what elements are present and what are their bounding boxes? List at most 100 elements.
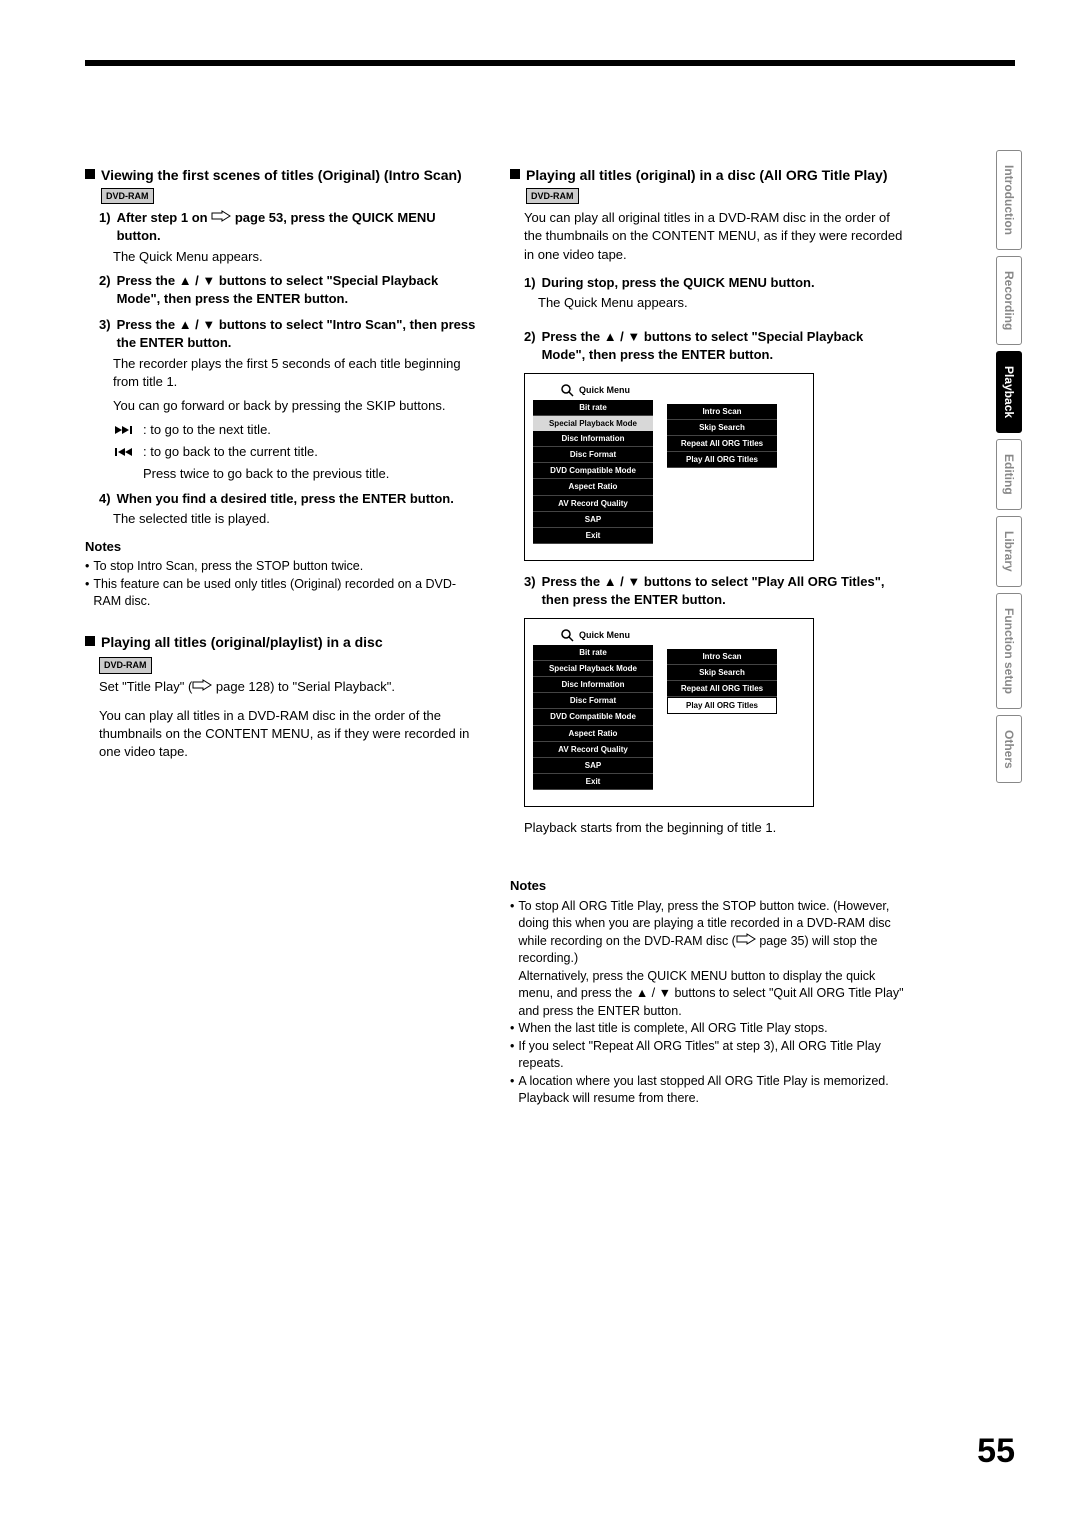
step-3: 3) Press the ▲ / ▼ buttons to select "Pl… xyxy=(524,573,905,609)
playall-set-post: page 128) to "Serial Playback". xyxy=(212,679,395,694)
menu-item[interactable]: Bit rate xyxy=(533,400,653,416)
skip-next-text: : to go to the next title. xyxy=(143,421,271,439)
menu-item[interactable]: Disc Information xyxy=(533,677,653,693)
section-title: Playing all titles (original) in a disc … xyxy=(526,166,905,205)
step-number: 3) xyxy=(524,573,536,609)
skip-prev-text2: Press twice to go back to the previous t… xyxy=(143,465,480,483)
step1-followup: The Quick Menu appears. xyxy=(538,294,905,312)
allorg-intro: You can play all original titles in a DV… xyxy=(524,209,905,264)
menu-item[interactable]: Play All ORG Titles xyxy=(667,452,777,468)
tab-recording[interactable]: Recording xyxy=(996,256,1022,345)
step-text: Press the ▲ / ▼ buttons to select "Intro… xyxy=(117,316,480,352)
menu-item[interactable]: AV Record Quality xyxy=(533,496,653,512)
right-column: Playing all titles (original) in a disc … xyxy=(510,166,905,1108)
menu-right-col: Intro Scan Skip Search Repeat All ORG Ti… xyxy=(667,649,777,715)
side-tabs: Introduction Recording Playback Editing … xyxy=(996,150,1022,783)
note-item: •A location where you last stopped All O… xyxy=(510,1073,905,1108)
bullet-icon: • xyxy=(510,1038,514,1073)
tab-playback[interactable]: Playback xyxy=(996,351,1022,433)
menu-item[interactable]: DVD Compatible Mode xyxy=(533,709,653,725)
playall-set-pre: Set "Title Play" ( xyxy=(99,679,192,694)
menu-item[interactable]: Intro Scan xyxy=(667,404,777,420)
magnifier-icon xyxy=(561,629,575,643)
step-text: Press the ▲ / ▼ buttons to select "Play … xyxy=(542,573,905,609)
bullet-icon: • xyxy=(510,1020,514,1038)
step3-followup1: The recorder plays the first 5 seconds o… xyxy=(113,355,480,391)
section-intro-scan: Viewing the first scenes of titles (Orig… xyxy=(85,166,480,205)
note-item: •To stop Intro Scan, press the STOP butt… xyxy=(85,558,480,576)
menu-item[interactable]: DVD Compatible Mode xyxy=(533,463,653,479)
section-title: Playing all titles (original/playlist) i… xyxy=(101,633,480,653)
tab-others[interactable]: Others xyxy=(996,715,1022,784)
menu-item[interactable]: Repeat All ORG Titles xyxy=(667,436,777,452)
page-arrow-icon xyxy=(211,210,231,222)
section-title-text: Playing all titles (original) in a disc … xyxy=(526,167,887,183)
step-number: 2) xyxy=(524,328,536,364)
menu-item[interactable]: Disc Information xyxy=(533,431,653,447)
menu-item[interactable]: Intro Scan xyxy=(667,649,777,665)
dvd-ram-badge: DVD-RAM xyxy=(101,188,154,205)
step1-followup: The Quick Menu appears. xyxy=(113,248,480,266)
skip-next-icon xyxy=(113,421,135,439)
menu-item[interactable]: Bit rate xyxy=(533,645,653,661)
tab-library[interactable]: Library xyxy=(996,516,1022,587)
step-text: Press the ▲ / ▼ buttons to select "Speci… xyxy=(542,328,905,364)
bullet-square-icon xyxy=(85,169,95,179)
step-3: 3) Press the ▲ / ▼ buttons to select "In… xyxy=(99,316,480,352)
menu-item[interactable]: AV Record Quality xyxy=(533,742,653,758)
magnifier-icon xyxy=(561,384,575,398)
bullet-icon: • xyxy=(85,558,89,576)
menu-title-text: Quick Menu xyxy=(579,384,630,397)
left-column: Viewing the first scenes of titles (Orig… xyxy=(85,166,480,1108)
menu-item[interactable]: Aspect Ratio xyxy=(533,726,653,742)
note-text: If you select "Repeat All ORG Titles" at… xyxy=(518,1038,905,1073)
menu-item[interactable]: Disc Format xyxy=(533,693,653,709)
step1-pre: After step 1 on xyxy=(117,210,208,225)
menu-item-selected[interactable]: Special Playback Mode xyxy=(533,416,653,431)
bullet-square-icon xyxy=(510,169,520,179)
step-2: 2) Press the ▲ / ▼ buttons to select "Sp… xyxy=(99,272,480,308)
section-play-all: Playing all titles (original/playlist) i… xyxy=(85,633,480,653)
step-text: Press the ▲ / ▼ buttons to select "Speci… xyxy=(117,272,480,308)
section-title: Viewing the first scenes of titles (Orig… xyxy=(101,166,480,205)
step-text: During stop, press the QUICK MENU button… xyxy=(542,274,905,292)
bullet-icon: • xyxy=(510,1073,514,1108)
menu-item[interactable]: Exit xyxy=(533,528,653,544)
menu-title: Quick Menu xyxy=(533,384,653,398)
step-1: 1) During stop, press the QUICK MENU but… xyxy=(524,274,905,292)
page-arrow-icon xyxy=(192,679,212,691)
content-columns: Viewing the first scenes of titles (Orig… xyxy=(85,166,1015,1108)
menu-title: Quick Menu xyxy=(533,629,653,643)
notes-heading: Notes xyxy=(510,877,905,895)
menu-title-text: Quick Menu xyxy=(579,629,630,642)
note-text: This feature can be used only titles (Or… xyxy=(93,576,480,611)
note-text: A location where you last stopped All OR… xyxy=(518,1073,905,1108)
note-text: When the last title is complete, All ORG… xyxy=(518,1020,827,1038)
step-number: 2) xyxy=(99,272,111,308)
tab-editing[interactable]: Editing xyxy=(996,439,1022,510)
skip-prev-row: : to go back to the current title. xyxy=(113,443,480,461)
tab-introduction[interactable]: Introduction xyxy=(996,150,1022,250)
menu-item[interactable]: Exit xyxy=(533,774,653,790)
step-number: 1) xyxy=(99,209,111,245)
step-4: 4) When you find a desired title, press … xyxy=(99,490,480,508)
menu-item-selected[interactable]: Play All ORG Titles xyxy=(667,697,777,714)
section-all-org: Playing all titles (original) in a disc … xyxy=(510,166,905,205)
skip-prev-text: : to go back to the current title. xyxy=(143,443,318,461)
skip-next-row: : to go to the next title. xyxy=(113,421,480,439)
tab-function-setup[interactable]: Function setup xyxy=(996,593,1022,709)
page-divider xyxy=(85,60,1015,66)
menu-item[interactable]: Skip Search xyxy=(667,665,777,681)
menu-item[interactable]: Skip Search xyxy=(667,420,777,436)
step-1: 1) After step 1 on page 53, press the QU… xyxy=(99,209,480,245)
menu-item[interactable]: Disc Format xyxy=(533,447,653,463)
section-title-text: Viewing the first scenes of titles (Orig… xyxy=(101,167,462,183)
menu-item[interactable]: SAP xyxy=(533,758,653,774)
menu-item[interactable]: Special Playback Mode xyxy=(533,661,653,677)
step3-followup2: You can go forward or back by pressing t… xyxy=(113,397,480,415)
note1-alt: Alternatively, press the QUICK MENU butt… xyxy=(518,969,903,1018)
menu-item[interactable]: SAP xyxy=(533,512,653,528)
menu-item[interactable]: Aspect Ratio xyxy=(533,479,653,495)
step-text: After step 1 on page 53, press the QUICK… xyxy=(117,209,480,245)
menu-item[interactable]: Repeat All ORG Titles xyxy=(667,681,777,697)
